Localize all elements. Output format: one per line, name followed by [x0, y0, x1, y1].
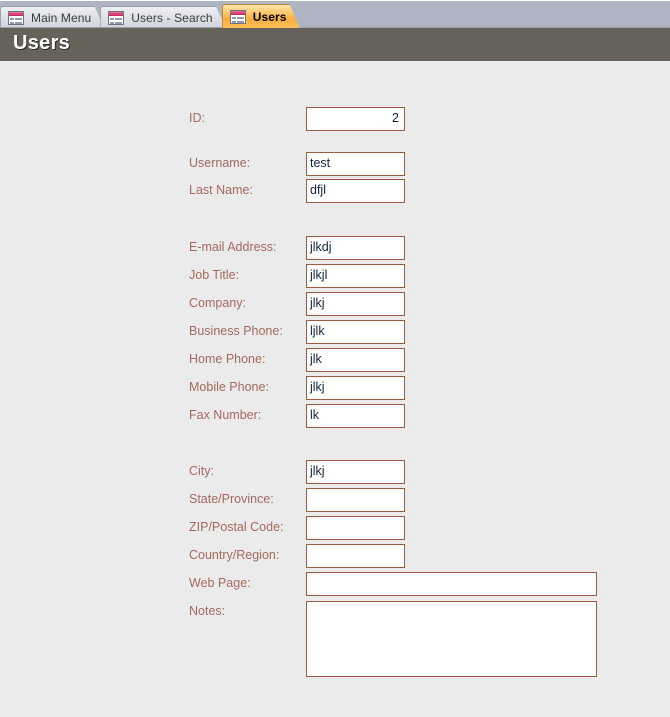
input-mobile-phone[interactable]: jlkj	[306, 376, 405, 400]
tab-main-menu-label: Main Menu	[31, 10, 92, 25]
label-city: City:	[189, 464, 214, 478]
input-company[interactable]: jlkj	[306, 292, 405, 316]
input-notes[interactable]	[306, 601, 597, 677]
input-id[interactable]: 2	[306, 107, 405, 131]
form-table-icon	[230, 10, 246, 24]
tab-users[interactable]: Users	[222, 4, 300, 28]
input-zip-postal-code[interactable]	[306, 516, 405, 540]
input-business-phone[interactable]: ljlk	[306, 320, 405, 344]
input-city[interactable]: jlkj	[306, 460, 405, 484]
input-last-name[interactable]: dfjl	[306, 179, 405, 203]
label-fax-number: Fax Number:	[189, 408, 262, 422]
form-detail-section: ID: 2 Username: test Last Name: dfjl E-m…	[0, 61, 670, 717]
input-country-region[interactable]	[306, 544, 405, 568]
label-country-region: Country/Region:	[189, 548, 280, 562]
tab-users-label: Users	[252, 9, 287, 24]
input-home-phone[interactable]: jlk	[306, 348, 405, 372]
label-job-title: Job Title:	[189, 268, 240, 282]
page-title: Users	[13, 32, 71, 54]
label-business-phone: Business Phone:	[189, 324, 283, 338]
tab-users-search[interactable]: Users - Search	[100, 6, 225, 28]
label-zip-postal-code: ZIP/Postal Code:	[189, 520, 284, 534]
input-username[interactable]: test	[306, 152, 405, 176]
label-home-phone: Home Phone:	[189, 352, 266, 366]
label-mobile-phone: Mobile Phone:	[189, 380, 269, 394]
label-username: Username:	[189, 156, 251, 170]
tab-main-menu[interactable]: Main Menu	[0, 6, 104, 28]
label-state-province: State/Province:	[189, 492, 274, 506]
input-state-province[interactable]	[306, 488, 405, 512]
tab-users-search-label: Users - Search	[131, 10, 213, 25]
form-table-icon	[108, 11, 124, 25]
document-tab-list: Main Menu Users - Search Users	[0, 1, 296, 28]
label-email-address: E-mail Address:	[189, 240, 277, 254]
label-last-name: Last Name:	[189, 183, 253, 197]
input-web-page[interactable]	[306, 572, 597, 596]
form-table-icon	[8, 11, 24, 25]
input-email-address[interactable]: jlkdj	[306, 236, 405, 260]
input-fax-number[interactable]: lk	[306, 404, 405, 428]
input-job-title[interactable]: jlkjl	[306, 264, 405, 288]
label-company: Company:	[189, 296, 246, 310]
form-header-band: Users	[0, 28, 670, 61]
label-web-page: Web Page:	[189, 576, 251, 590]
document-tab-bar: Main Menu Users - Search Users	[0, 0, 670, 28]
label-notes: Notes:	[189, 604, 226, 618]
label-id: ID:	[189, 111, 205, 125]
